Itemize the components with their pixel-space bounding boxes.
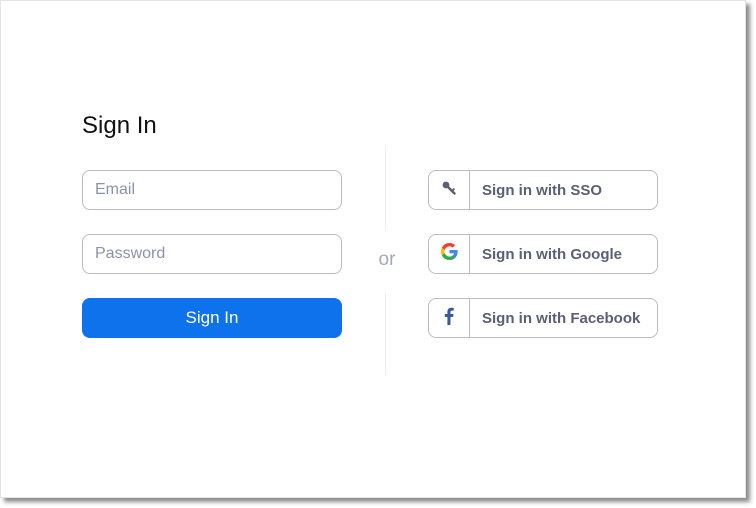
sign-in-with-facebook-button[interactable]: Sign in with Facebook [428,298,658,338]
facebook-button-label: Sign in with Facebook [482,309,641,327]
sign-in-with-google-button[interactable]: Sign in with Google [428,234,658,274]
email-field[interactable] [82,170,342,210]
facebook-icon-box [429,299,470,337]
or-separator: or [378,249,396,270]
google-icon-box [429,235,470,273]
sign-in-button[interactable]: Sign In [82,298,342,338]
sso-button-label: Sign in with SSO [482,181,602,199]
page-title: Sign In [82,112,157,139]
sso-icon-box [429,171,470,209]
sign-in-with-sso-button[interactable]: Sign in with SSO [428,170,658,210]
google-button-label: Sign in with Google [482,245,622,263]
sign-in-window: Sign In Sign In or Sign in with SSO [0,0,746,498]
password-field[interactable] [82,234,342,274]
google-icon [440,242,458,265]
divider-bottom [385,291,386,375]
facebook-icon [443,307,455,330]
divider-top [385,146,386,230]
key-icon [441,180,457,201]
